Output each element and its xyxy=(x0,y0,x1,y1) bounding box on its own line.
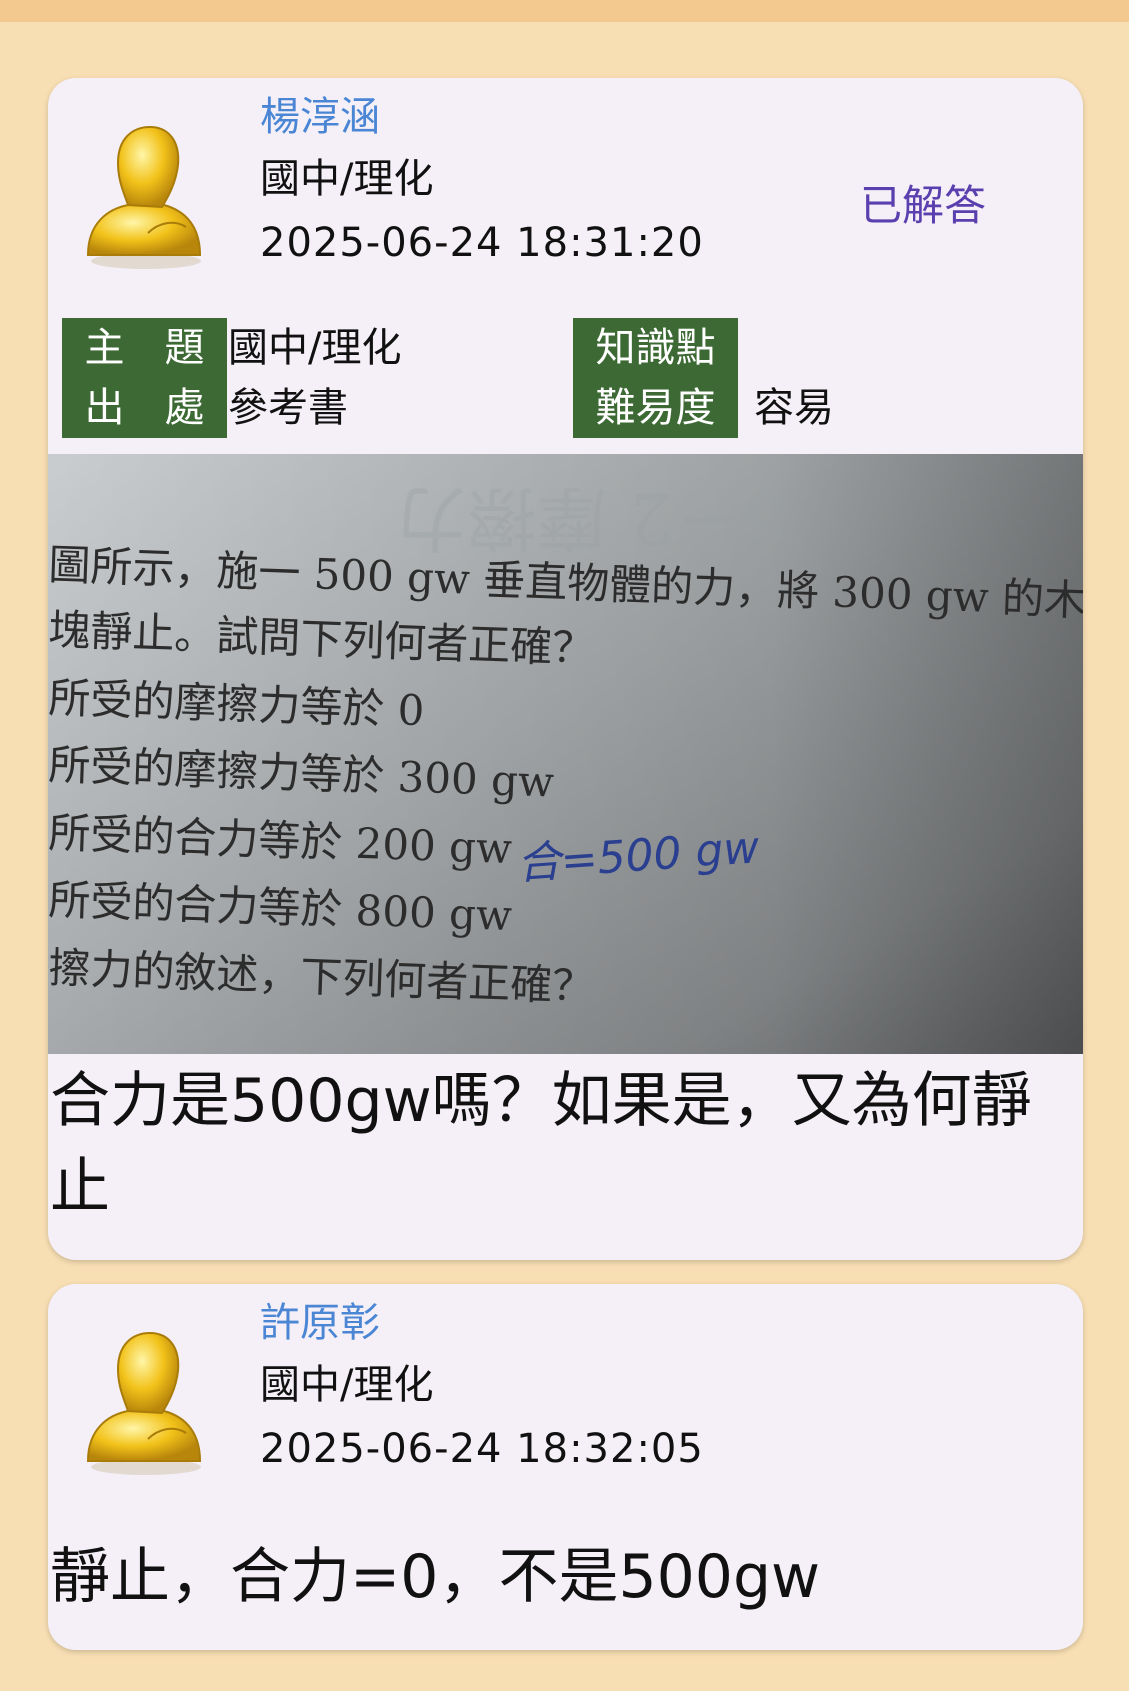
topic-value: 國中/理化 xyxy=(228,325,402,371)
difficulty-label: 難易度 xyxy=(595,385,716,431)
post-timestamp: 2025-06-24 18:32:05 xyxy=(260,1426,704,1472)
user-avatar-icon xyxy=(86,1331,202,1475)
source-value: 參考書 xyxy=(228,385,348,431)
question-card[interactable]: 楊淳涵 國中/理化 2025-06-24 18:31:20 已解答 主 題 出 … xyxy=(48,78,1083,1260)
top-strip xyxy=(0,0,1129,22)
post-subject: 國中/理化 xyxy=(260,156,434,202)
topic-source-label: 主 題 出 處 xyxy=(62,318,227,438)
source-label: 出 處 xyxy=(84,385,205,431)
reply-card[interactable]: 許原彰 國中/理化 2025-06-24 18:32:05 靜止，合力=0，不是… xyxy=(48,1284,1083,1650)
knowledge-difficulty-label: 知識點 難易度 xyxy=(573,318,738,438)
question-text: 合力是500gw嗎？如果是，又為何靜止 xyxy=(50,1066,1032,1222)
status-badge: 已解答 xyxy=(860,181,987,230)
svg-text:6－2 摩擦力: 6－2 摩擦力 xyxy=(397,477,788,559)
difficulty-value: 容易 xyxy=(754,385,834,431)
post-timestamp: 2025-06-24 18:31:20 xyxy=(260,220,704,266)
author-name[interactable]: 楊淳涵 xyxy=(260,84,380,142)
topic-label: 主 題 xyxy=(84,325,205,371)
knowledge-label: 知識點 xyxy=(595,325,716,371)
user-avatar-icon xyxy=(86,125,202,269)
author-name[interactable]: 許原彰 xyxy=(260,1290,380,1348)
post-subject: 國中/理化 xyxy=(260,1362,434,1408)
reply-text: 靜止，合力=0，不是500gw xyxy=(50,1542,821,1612)
question-photo[interactable]: 6－2 摩擦力 圖所示，施一 500 gw 垂直物體的力，將 300 gw 的木… xyxy=(48,454,1083,1054)
